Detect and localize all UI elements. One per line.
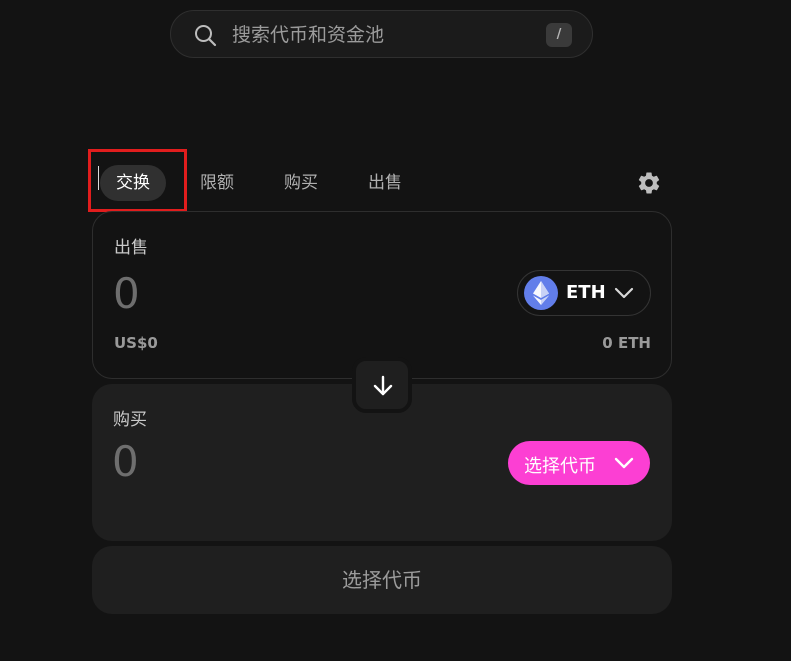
sell-panel: 出售 0 ETH US$0 0 ETH	[92, 211, 672, 379]
sell-token-selector[interactable]: ETH	[517, 270, 651, 316]
text-cursor	[98, 166, 99, 190]
sell-label: 出售	[114, 238, 148, 258]
select-token-label: 选择代币	[524, 456, 596, 477]
search-icon	[195, 25, 217, 47]
tab-buy[interactable]: 购买	[284, 165, 318, 201]
chevron-down-icon	[614, 457, 634, 469]
search-shortcut-key: /	[546, 23, 572, 47]
select-token-button[interactable]: 选择代币	[508, 441, 650, 485]
eth-logo-icon	[524, 276, 558, 310]
select-token-action-button[interactable]: 选择代币	[92, 546, 672, 614]
tab-swap[interactable]: 交换	[100, 165, 166, 201]
search-placeholder: 搜索代币和资金池	[232, 24, 385, 46]
buy-label: 购买	[113, 410, 147, 430]
sell-token-symbol: ETH	[566, 282, 606, 303]
tab-limit[interactable]: 限额	[200, 165, 234, 201]
chevron-down-icon	[614, 287, 634, 299]
sell-usd-value: US$0	[114, 334, 158, 352]
swap-direction-button[interactable]	[352, 357, 412, 413]
sell-balance: 0 ETH	[602, 334, 651, 352]
gear-icon[interactable]	[636, 170, 662, 196]
tab-sell[interactable]: 出售	[368, 165, 402, 201]
arrow-down-icon	[373, 375, 393, 396]
sell-amount-input[interactable]: 0	[113, 270, 140, 318]
search-bar[interactable]: 搜索代币和资金池 /	[170, 10, 593, 58]
buy-amount-input[interactable]: 0	[112, 438, 139, 486]
